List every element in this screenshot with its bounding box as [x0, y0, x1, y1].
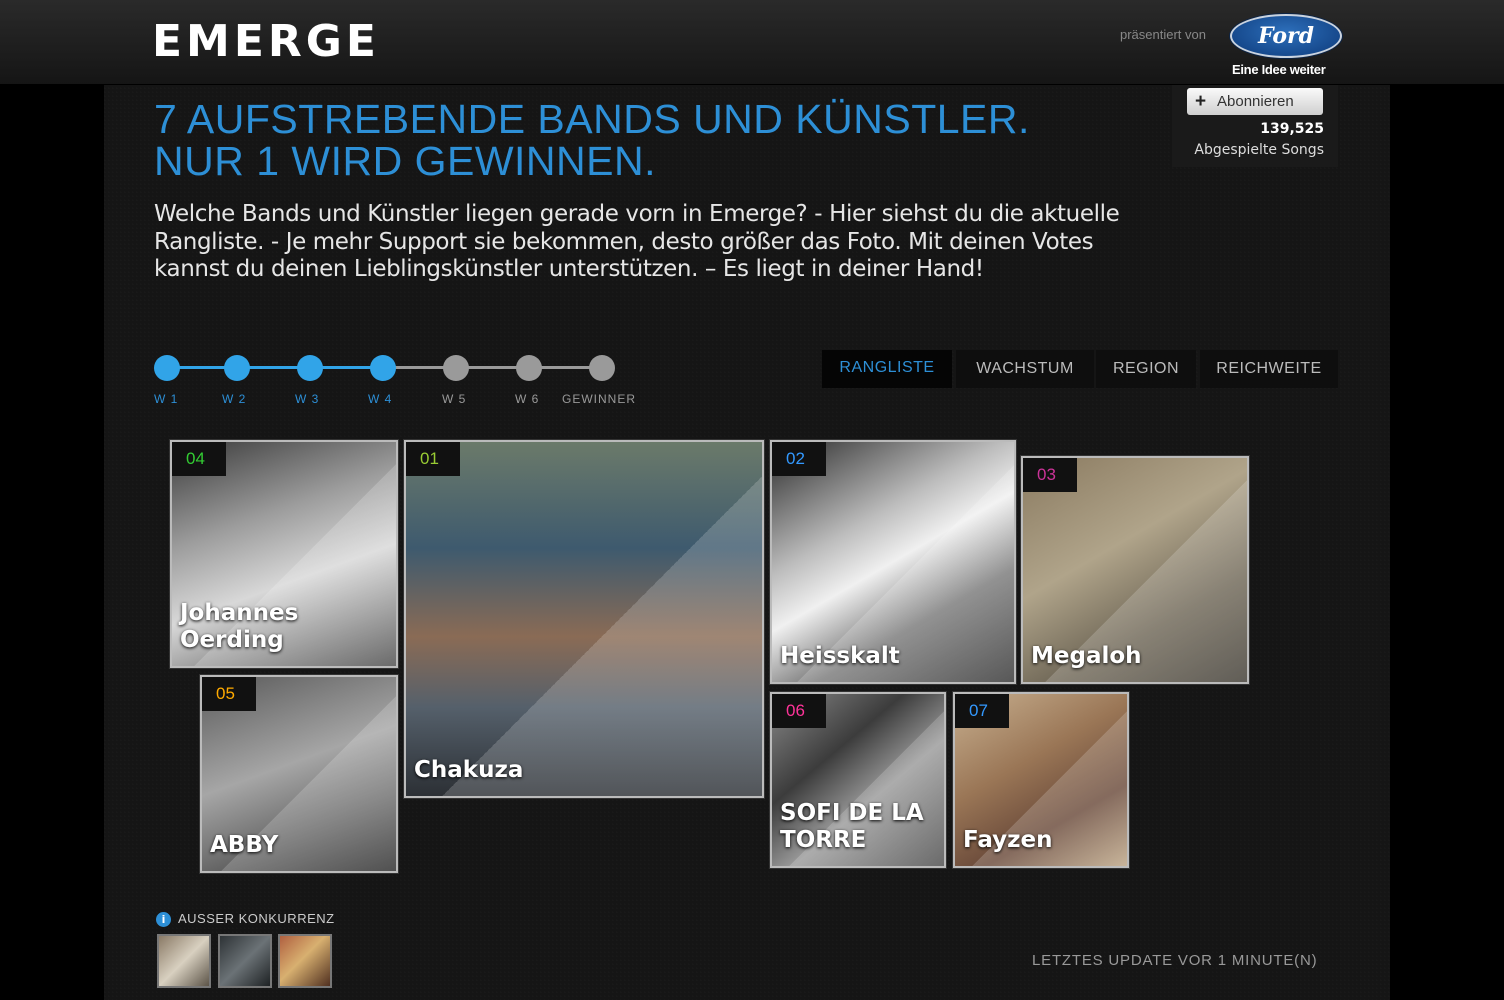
tab-region[interactable]: REGION — [1096, 350, 1196, 388]
timeline-step-label[interactable]: W 4 — [368, 392, 392, 406]
timeline-step-dot[interactable] — [224, 355, 250, 381]
photo-overlay — [406, 442, 762, 796]
timeline-step-label[interactable]: GEWINNER — [562, 392, 636, 406]
presented-by-label: präsentiert von — [1120, 27, 1206, 42]
info-icon[interactable]: i — [156, 912, 171, 927]
timeline-step-dot[interactable] — [589, 355, 615, 381]
artist-name: Chakuza — [414, 757, 524, 783]
timeline-step-label[interactable]: W 3 — [295, 392, 319, 406]
artist-name: ABBY — [210, 832, 279, 858]
timeline-step-label[interactable]: W 2 — [222, 392, 246, 406]
tab-rangliste[interactable]: RANGLISTE — [822, 350, 952, 388]
artist-name: Heisskalt — [780, 643, 900, 669]
artist-card[interactable]: 05 ABBY — [200, 675, 398, 873]
artist-rank: 03 — [1023, 458, 1077, 492]
artist-name: Johannes Oerding — [180, 600, 299, 653]
out-of-competition-thumb[interactable] — [278, 934, 332, 988]
artist-card[interactable]: 07 Fayzen — [953, 692, 1129, 868]
emerge-logo[interactable]: EMERGE — [152, 20, 380, 64]
page-headline: 7 AUFSTREBENDE BANDS UND KÜNSTLER. NUR 1… — [154, 96, 1030, 184]
timeline-step-label[interactable]: W 6 — [515, 392, 539, 406]
last-update-label: LETZTES UPDATE VOR 1 MINUTE(N) — [1032, 952, 1318, 969]
artist-rank: 06 — [772, 694, 826, 728]
out-of-competition-thumb[interactable] — [157, 934, 211, 988]
timeline-step-dot[interactable] — [516, 355, 542, 381]
artist-name: SOFI DE LA TORRE — [780, 800, 924, 853]
songs-played-count: 139,525 — [1260, 121, 1324, 137]
timeline-step-dot[interactable] — [297, 355, 323, 381]
out-of-competition-label: AUSSER KONKURRENZ — [178, 911, 335, 926]
artist-card[interactable]: 02 Heisskalt — [770, 440, 1016, 684]
timeline-step-dot[interactable] — [154, 355, 180, 381]
artist-card[interactable]: 01 Chakuza — [404, 440, 764, 798]
artist-card[interactable]: 04 Johannes Oerding — [170, 440, 398, 668]
out-of-competition-thumb[interactable] — [218, 934, 272, 988]
timeline-step-label[interactable]: W 5 — [442, 392, 466, 406]
artist-rank: 05 — [202, 677, 256, 711]
artist-rank: 02 — [772, 442, 826, 476]
artist-name: Megaloh — [1031, 643, 1142, 669]
ford-logo[interactable]: Ford — [1230, 14, 1342, 58]
artist-rank: 07 — [955, 694, 1009, 728]
top-bar: EMERGE präsentiert von Ford Eine Idee we… — [0, 0, 1504, 85]
tab-wachstum[interactable]: WACHSTUM — [956, 350, 1094, 388]
artist-rank: 01 — [406, 442, 460, 476]
artist-name: Fayzen — [963, 827, 1053, 853]
plus-icon: + — [1195, 91, 1207, 112]
timeline-step-dot[interactable] — [443, 355, 469, 381]
songs-played-label: Abgespielte Songs — [1194, 142, 1324, 158]
intro-text: Welche Bands und Künstler liegen gerade … — [154, 201, 1120, 282]
week-timeline: W 1 W 2 W 3 W 4 W 5 W 6 GEWINNER — [150, 350, 650, 410]
artist-rank: 04 — [172, 442, 226, 476]
sponsor-tagline: Eine Idee weiter — [1232, 62, 1326, 77]
timeline-step-label[interactable]: W 1 — [154, 392, 178, 406]
tab-reichweite[interactable]: REICHWEITE — [1200, 350, 1338, 388]
subscribe-button[interactable]: + Abonnieren — [1187, 88, 1323, 115]
artist-card[interactable]: 06 SOFI DE LA TORRE — [770, 692, 946, 868]
timeline-step-dot[interactable] — [370, 355, 396, 381]
artist-card[interactable]: 03 Megaloh — [1021, 456, 1249, 684]
